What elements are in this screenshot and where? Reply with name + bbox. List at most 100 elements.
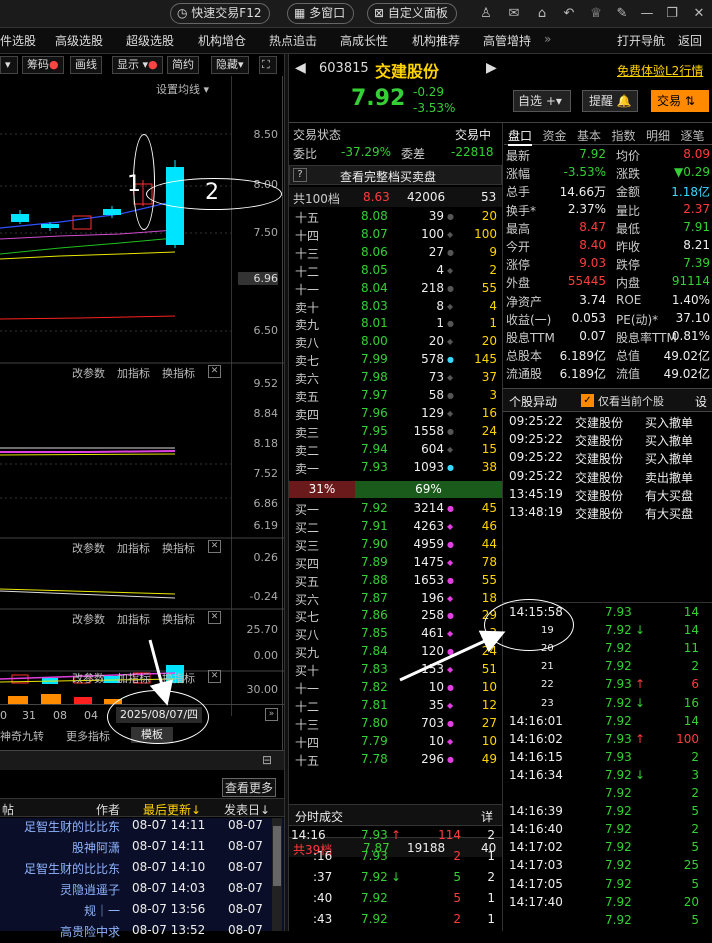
post-row[interactable]: 股神阿潇 08-07 14:11 08-07 [0,839,272,859]
bid-level-row[interactable]: 买八 7.85 461 3 ◆ [289,626,502,643]
multi-window-button[interactable]: ▦ 多窗口 [287,3,355,24]
checkbox-icon[interactable]: ✓ [581,394,594,407]
ask-level-row[interactable]: 十四 8.07 100 100 ◆ [289,227,502,244]
anomaly-row[interactable]: 13:45:19 交建股份 有大买盘 [503,487,712,505]
tab-more-indicators[interactable]: 更多指标 [66,728,110,744]
custom-panel-button[interactable]: ⊠ 自定义面板 [367,3,457,24]
nav-item-4[interactable]: 热点追击 [269,32,317,49]
panel1-add[interactable]: 加指标 [117,365,150,381]
panel4-close-icon[interactable]: ✕ [208,670,221,683]
tab-quote-2[interactable]: 基本 [577,127,601,144]
chips-button[interactable]: 筹码● [22,56,64,74]
panel2-add[interactable]: 加指标 [117,540,150,556]
col-posted[interactable]: 发表日↓ [224,801,270,818]
mail-icon[interactable]: ✉ [505,5,523,23]
post-row[interactable]: 灵隐逍遥子 08-07 14:03 08-07 [0,881,272,901]
hide-button[interactable]: 隐藏▾ [211,56,249,74]
tab-nine-turn[interactable]: 神奇九转 [0,728,44,744]
nav-item-3[interactable]: 机构增仓 [198,32,246,49]
ask-level-row[interactable]: 卖二 7.94 604 15 ◆ [289,442,502,459]
ask-level-row[interactable]: 卖三 7.95 1558 24 ● [289,424,502,441]
minimize-icon[interactable]: — [638,5,656,23]
checkbox-label[interactable]: 仅看当前个股 [598,393,664,409]
display-button[interactable]: 显示 ▾● [112,56,163,74]
watchlist-button[interactable]: 自选 +▾ [513,90,571,112]
ask-level-row[interactable]: 十五 8.08 39 20 ● [289,209,502,226]
nav-item-7[interactable]: 高管增持 [483,32,531,49]
full-book-button[interactable]: ? 查看完整档买卖盘 [289,165,502,185]
panel4-switch[interactable]: 换指标 [162,670,195,686]
ask-level-row[interactable]: 十一 8.04 218 55 ● [289,281,502,298]
bid-level-row[interactable]: 买七 7.86 258 29 ● [289,608,502,625]
back-link[interactable]: 返回 [678,32,702,49]
next-stock-icon[interactable]: ▶ [486,60,497,76]
bid-level-row[interactable]: 十一 7.82 10 10 ● [289,680,502,697]
ask-level-row[interactable]: 十二 8.05 4 2 ◆ [289,263,502,280]
anomaly-row[interactable]: 09:25:22 交建股份 买入撤单 [503,432,712,450]
ask-level-row[interactable]: 卖九 8.01 1 1 ● [289,316,502,333]
edit-icon[interactable]: ✎ [613,5,631,23]
panel1-modify[interactable]: 改参数 [72,365,105,381]
anomaly-row[interactable]: 13:48:19 交建股份 有大买盘 [503,505,712,523]
ask-level-row[interactable]: 卖八 8.00 20 20 ◆ [289,334,502,351]
ask-level-row[interactable]: 卖一 7.93 1093 38 ● [289,460,502,477]
bid-level-row[interactable]: 买六 7.87 196 18 ◆ [289,591,502,608]
bid-level-row[interactable]: 十二 7.81 35 12 ◆ [289,698,502,715]
ask-level-row[interactable]: 卖七 7.99 578 145 ● [289,352,502,369]
bid-level-row[interactable]: 买一 7.92 3214 45 ● [289,501,502,518]
bid-level-row[interactable]: 买九 7.84 120 24 ● [289,644,502,661]
panel4-modify[interactable]: 改参数 [72,670,105,686]
remind-button[interactable]: 提醒 🔔 [582,90,638,112]
ask-level-row[interactable]: 卖十 8.03 8 4 ◆ [289,299,502,316]
panel1-close-icon[interactable]: ✕ [208,365,221,378]
panel2-close-icon[interactable]: ✕ [208,540,221,553]
fullscreen-icon[interactable]: ⛶ [259,56,277,74]
ask-level-row[interactable]: 卖四 7.96 129 16 ◆ [289,406,502,423]
nav-item-1[interactable]: 高级选股 [55,32,103,49]
ask-level-row[interactable]: 卖五 7.97 58 3 ● [289,388,502,405]
bid-level-row[interactable]: 买五 7.88 1653 55 ● [289,573,502,590]
panel3-switch[interactable]: 换指标 [162,611,195,627]
ask-level-row[interactable]: 十三 8.06 27 9 ● [289,245,502,262]
view-more-button[interactable]: 查看更多 [222,778,277,797]
draw-line-button[interactable]: 画线 [70,56,102,74]
anomaly-row[interactable]: 09:25:22 交建股份 买入撤单 [503,450,712,468]
panel1-switch[interactable]: 换指标 [162,365,195,381]
collapse-icon[interactable]: ⊟ [262,753,272,767]
bid-level-row[interactable]: 买三 7.90 4959 44 ● [289,537,502,554]
post-row[interactable]: 足智生财的比比东 08-07 14:11 08-07 [0,818,272,838]
free-l2-link[interactable]: 免费体验L2行情 [617,62,703,79]
bid-level-row[interactable]: 十四 7.79 10 10 ◆ [289,734,502,751]
tab-quote-4[interactable]: 明细 [646,127,670,144]
col-author[interactable]: 作者 [96,801,120,818]
panel3-close-icon[interactable]: ✕ [208,611,221,624]
bid-level-row[interactable]: 十五 7.78 296 49 ● [289,752,502,769]
shirt-icon[interactable]: ♕ [587,5,605,23]
tab-quote-1[interactable]: 资金 [543,127,567,144]
fast-trade-button[interactable]: ◷ 快速交易F12 [170,3,271,24]
bid-level-row[interactable]: 买十 7.83 153 51 ◆ [289,662,502,679]
anomaly-settings-button[interactable]: 设 [695,393,707,410]
user-icon[interactable]: ♙ [477,5,495,23]
dropdown-stub[interactable]: ▾ [0,56,18,74]
col-updated[interactable]: 最后更新↓ [143,801,201,818]
anomaly-row[interactable]: 09:25:22 交建股份 卖出撤单 [503,469,712,487]
scroll-right-icon[interactable]: » [265,708,278,721]
simple-button[interactable]: 简约 [167,56,199,74]
panel3-modify[interactable]: 改参数 [72,611,105,627]
panel3-add[interactable]: 加指标 [117,611,150,627]
post-row[interactable]: 高贵险中求 08-07 13:52 08-07 [0,923,272,943]
anomaly-row[interactable]: 09:25:22 交建股份 买入撤单 [503,414,712,432]
trades-detail-button[interactable]: 详 [481,808,493,825]
post-row[interactable]: 规｜一 08-07 13:56 08-07 [0,902,272,922]
bid-level-row[interactable]: 买二 7.91 4263 46 ◆ [289,519,502,536]
nav-item-2[interactable]: 超级选股 [126,32,174,49]
tab-quote-0[interactable]: 盘口 [508,127,533,146]
close-icon[interactable]: ✕ [690,5,708,23]
prev-stock-icon[interactable]: ◀ [295,60,306,76]
post-row[interactable]: 足智生财的比比东 08-07 14:10 08-07 [0,860,272,880]
nav-item-6[interactable]: 机构推荐 [412,32,460,49]
restore-icon[interactable]: ❐ [663,5,681,23]
tab-quote-3[interactable]: 指数 [612,127,636,144]
nav-more-icon[interactable]: » [544,32,551,46]
